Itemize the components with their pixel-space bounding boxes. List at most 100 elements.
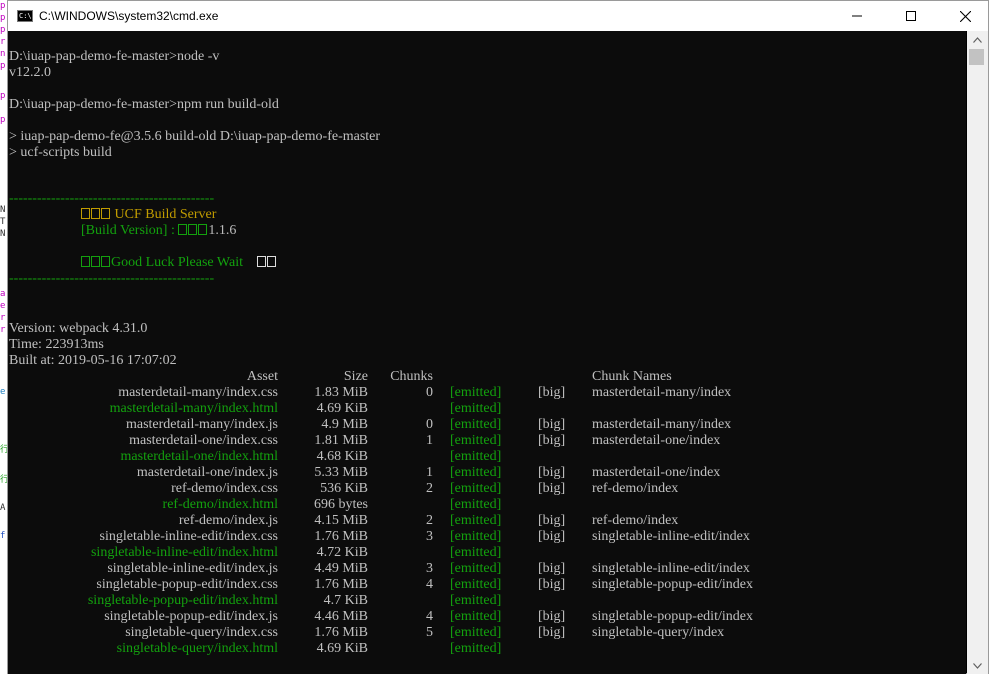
chunks-cell: 2 xyxy=(426,513,433,528)
close-icon xyxy=(959,10,971,22)
window-title: C:\WINDOWS\system32\cmd.exe xyxy=(39,9,219,23)
asset-cell: ref-demo/index.html xyxy=(162,497,278,512)
asset-cell: masterdetail-many/index.css xyxy=(118,385,278,400)
glyph-box-icon xyxy=(81,208,90,219)
big-cell: [big] xyxy=(538,625,566,640)
asset-cell: singletable-query/index.css xyxy=(125,625,278,640)
size-cell: 1.76 MiB xyxy=(314,625,368,640)
chunks-cell: 0 xyxy=(426,385,433,400)
background-glyph: A xyxy=(0,503,6,513)
banner-wait: Good Luck Please Wait xyxy=(81,255,277,271)
emitted-cell: [emitted] xyxy=(450,385,502,400)
size-cell: 4.46 MiB xyxy=(314,609,368,624)
size-cell: 4.7 KiB xyxy=(323,593,368,608)
chunk-names-cell: ref-demo/index xyxy=(592,513,679,528)
glyph-box-icon xyxy=(91,208,100,219)
size-cell: 4.68 KiB xyxy=(316,449,368,464)
minimize-icon xyxy=(852,15,862,17)
scroll-down-button[interactable] xyxy=(967,657,988,674)
chunks-cell xyxy=(368,497,433,513)
size-cell: 4.15 MiB xyxy=(314,513,368,528)
background-glyph: p xyxy=(0,61,6,71)
minimize-button[interactable] xyxy=(834,1,880,31)
big-cell: [big] xyxy=(538,465,566,480)
console-output[interactable]: D:\iuap-pap-demo-fe-master>node -v v12.2… xyxy=(8,31,966,674)
emitted-cell: [emitted] xyxy=(450,497,502,512)
table-row: singletable-inline-edit/index.html 4.72 K… xyxy=(8,545,966,561)
close-button[interactable] xyxy=(942,1,988,31)
emitted-cell: [emitted] xyxy=(450,593,502,608)
chunk-names-cell: masterdetail-many/index xyxy=(592,385,732,400)
background-glyph: r xyxy=(0,37,6,47)
emitted-cell: [emitted] xyxy=(450,625,502,640)
output-line: > iuap-pap-demo-fe@3.5.6 build-old D:\iu… xyxy=(9,129,381,144)
asset-cell: singletable-inline-edit/index.js xyxy=(107,561,278,576)
asset-cell: masterdetail-one/index.js xyxy=(136,465,278,480)
arrow-up-icon xyxy=(973,36,982,43)
prompt-line: D:\iuap-pap-demo-fe-master>npm run build… xyxy=(9,97,279,112)
table-row: masterdetail-one/index.js 5.33 MiB 1 [emitt… xyxy=(8,465,966,481)
chunks-cell: 3 xyxy=(426,529,433,544)
chunks-cell xyxy=(368,401,433,417)
chunks-cell xyxy=(368,593,433,609)
asset-cell: singletable-inline-edit/index.css xyxy=(99,529,278,544)
size-cell: 1.76 MiB xyxy=(314,529,368,544)
maximize-button[interactable] xyxy=(888,1,934,31)
background-glyph: n xyxy=(0,49,6,59)
title-bar[interactable]: C:\ C:\WINDOWS\system32\cmd.exe xyxy=(8,1,988,31)
banner-title: UCF Build Server xyxy=(81,207,216,223)
cmd-icon-text: C:\ xyxy=(19,12,32,20)
banner-wait-text: Good Luck Please Wait xyxy=(111,255,243,270)
asset-cell: masterdetail-one/index.html xyxy=(120,449,278,464)
size-cell: 4.72 KiB xyxy=(316,545,368,560)
chunks-cell: 1 xyxy=(426,433,433,448)
chunk-names-cell: singletable-query/index xyxy=(592,625,725,640)
arrow-down-icon xyxy=(973,662,982,669)
background-glyph: e xyxy=(0,301,6,311)
size-cell: 696 bytes xyxy=(313,497,368,512)
glyph-box-icon xyxy=(91,256,100,267)
chunks-cell: 4 xyxy=(426,577,433,592)
size-cell: 1.76 MiB xyxy=(314,577,368,592)
size-cell: 4.69 KiB xyxy=(316,401,368,416)
table-row: ref-demo/index.html 696 bytes [emitted] xyxy=(8,497,966,513)
emitted-cell: [emitted] xyxy=(450,417,502,432)
header-size: Size xyxy=(343,369,368,384)
table-row: ref-demo/index.js 4.15 MiB 2 [emitted] [big]… xyxy=(8,513,966,529)
chunks-cell: 2 xyxy=(426,481,433,496)
background-glyph: T xyxy=(0,217,6,227)
big-cell: [big] xyxy=(538,561,566,576)
emitted-cell: [emitted] xyxy=(450,401,502,416)
build-time: Time: 223913ms xyxy=(9,337,104,352)
prompt-line: D:\iuap-pap-demo-fe-master>node -v xyxy=(9,49,220,64)
chunks-cell: 4 xyxy=(426,609,433,624)
asset-cell: ref-demo/index.css xyxy=(171,481,278,496)
banner-divider: ----------------------------------------… xyxy=(9,191,215,206)
vertical-scrollbar[interactable] xyxy=(967,31,988,674)
banner-version-label: [Build Version] : xyxy=(81,223,179,238)
size-cell: 4.49 MiB xyxy=(314,561,368,576)
asset-cell: singletable-inline-edit/index.html xyxy=(90,545,278,560)
emitted-cell: [emitted] xyxy=(450,433,502,448)
glyph-box-icon xyxy=(178,224,188,235)
asset-cell: singletable-popup-edit/index.css xyxy=(96,577,278,592)
cmd-window: C:\ C:\WINDOWS\system32\cmd.exe D:\iuap-… xyxy=(7,0,989,674)
glyph-box-icon xyxy=(266,256,276,267)
background-glyph: p xyxy=(0,25,6,35)
emitted-cell: [emitted] xyxy=(450,449,502,464)
asset-cell: singletable-popup-edit/index.js xyxy=(104,609,278,624)
scroll-thumb[interactable] xyxy=(969,49,984,65)
big-cell: [big] xyxy=(538,609,566,624)
size-cell: 4.9 MiB xyxy=(321,417,368,432)
maximize-icon xyxy=(906,11,916,21)
table-row: ref-demo/index.css 536 KiB 2 [emitted] [big]… xyxy=(8,481,966,497)
chunks-cell: 1 xyxy=(426,465,433,480)
emitted-cell: [emitted] xyxy=(450,465,502,480)
table-row: singletable-query/index.html 4.69 KiB [emi… xyxy=(8,641,966,657)
scroll-up-button[interactable] xyxy=(967,31,988,48)
banner-version-value: 1.1.6 xyxy=(208,223,237,238)
big-cell: [big] xyxy=(538,433,566,448)
big-cell: [big] xyxy=(538,481,566,496)
chunks-cell: 3 xyxy=(426,561,433,576)
glyph-box-icon xyxy=(198,224,208,235)
